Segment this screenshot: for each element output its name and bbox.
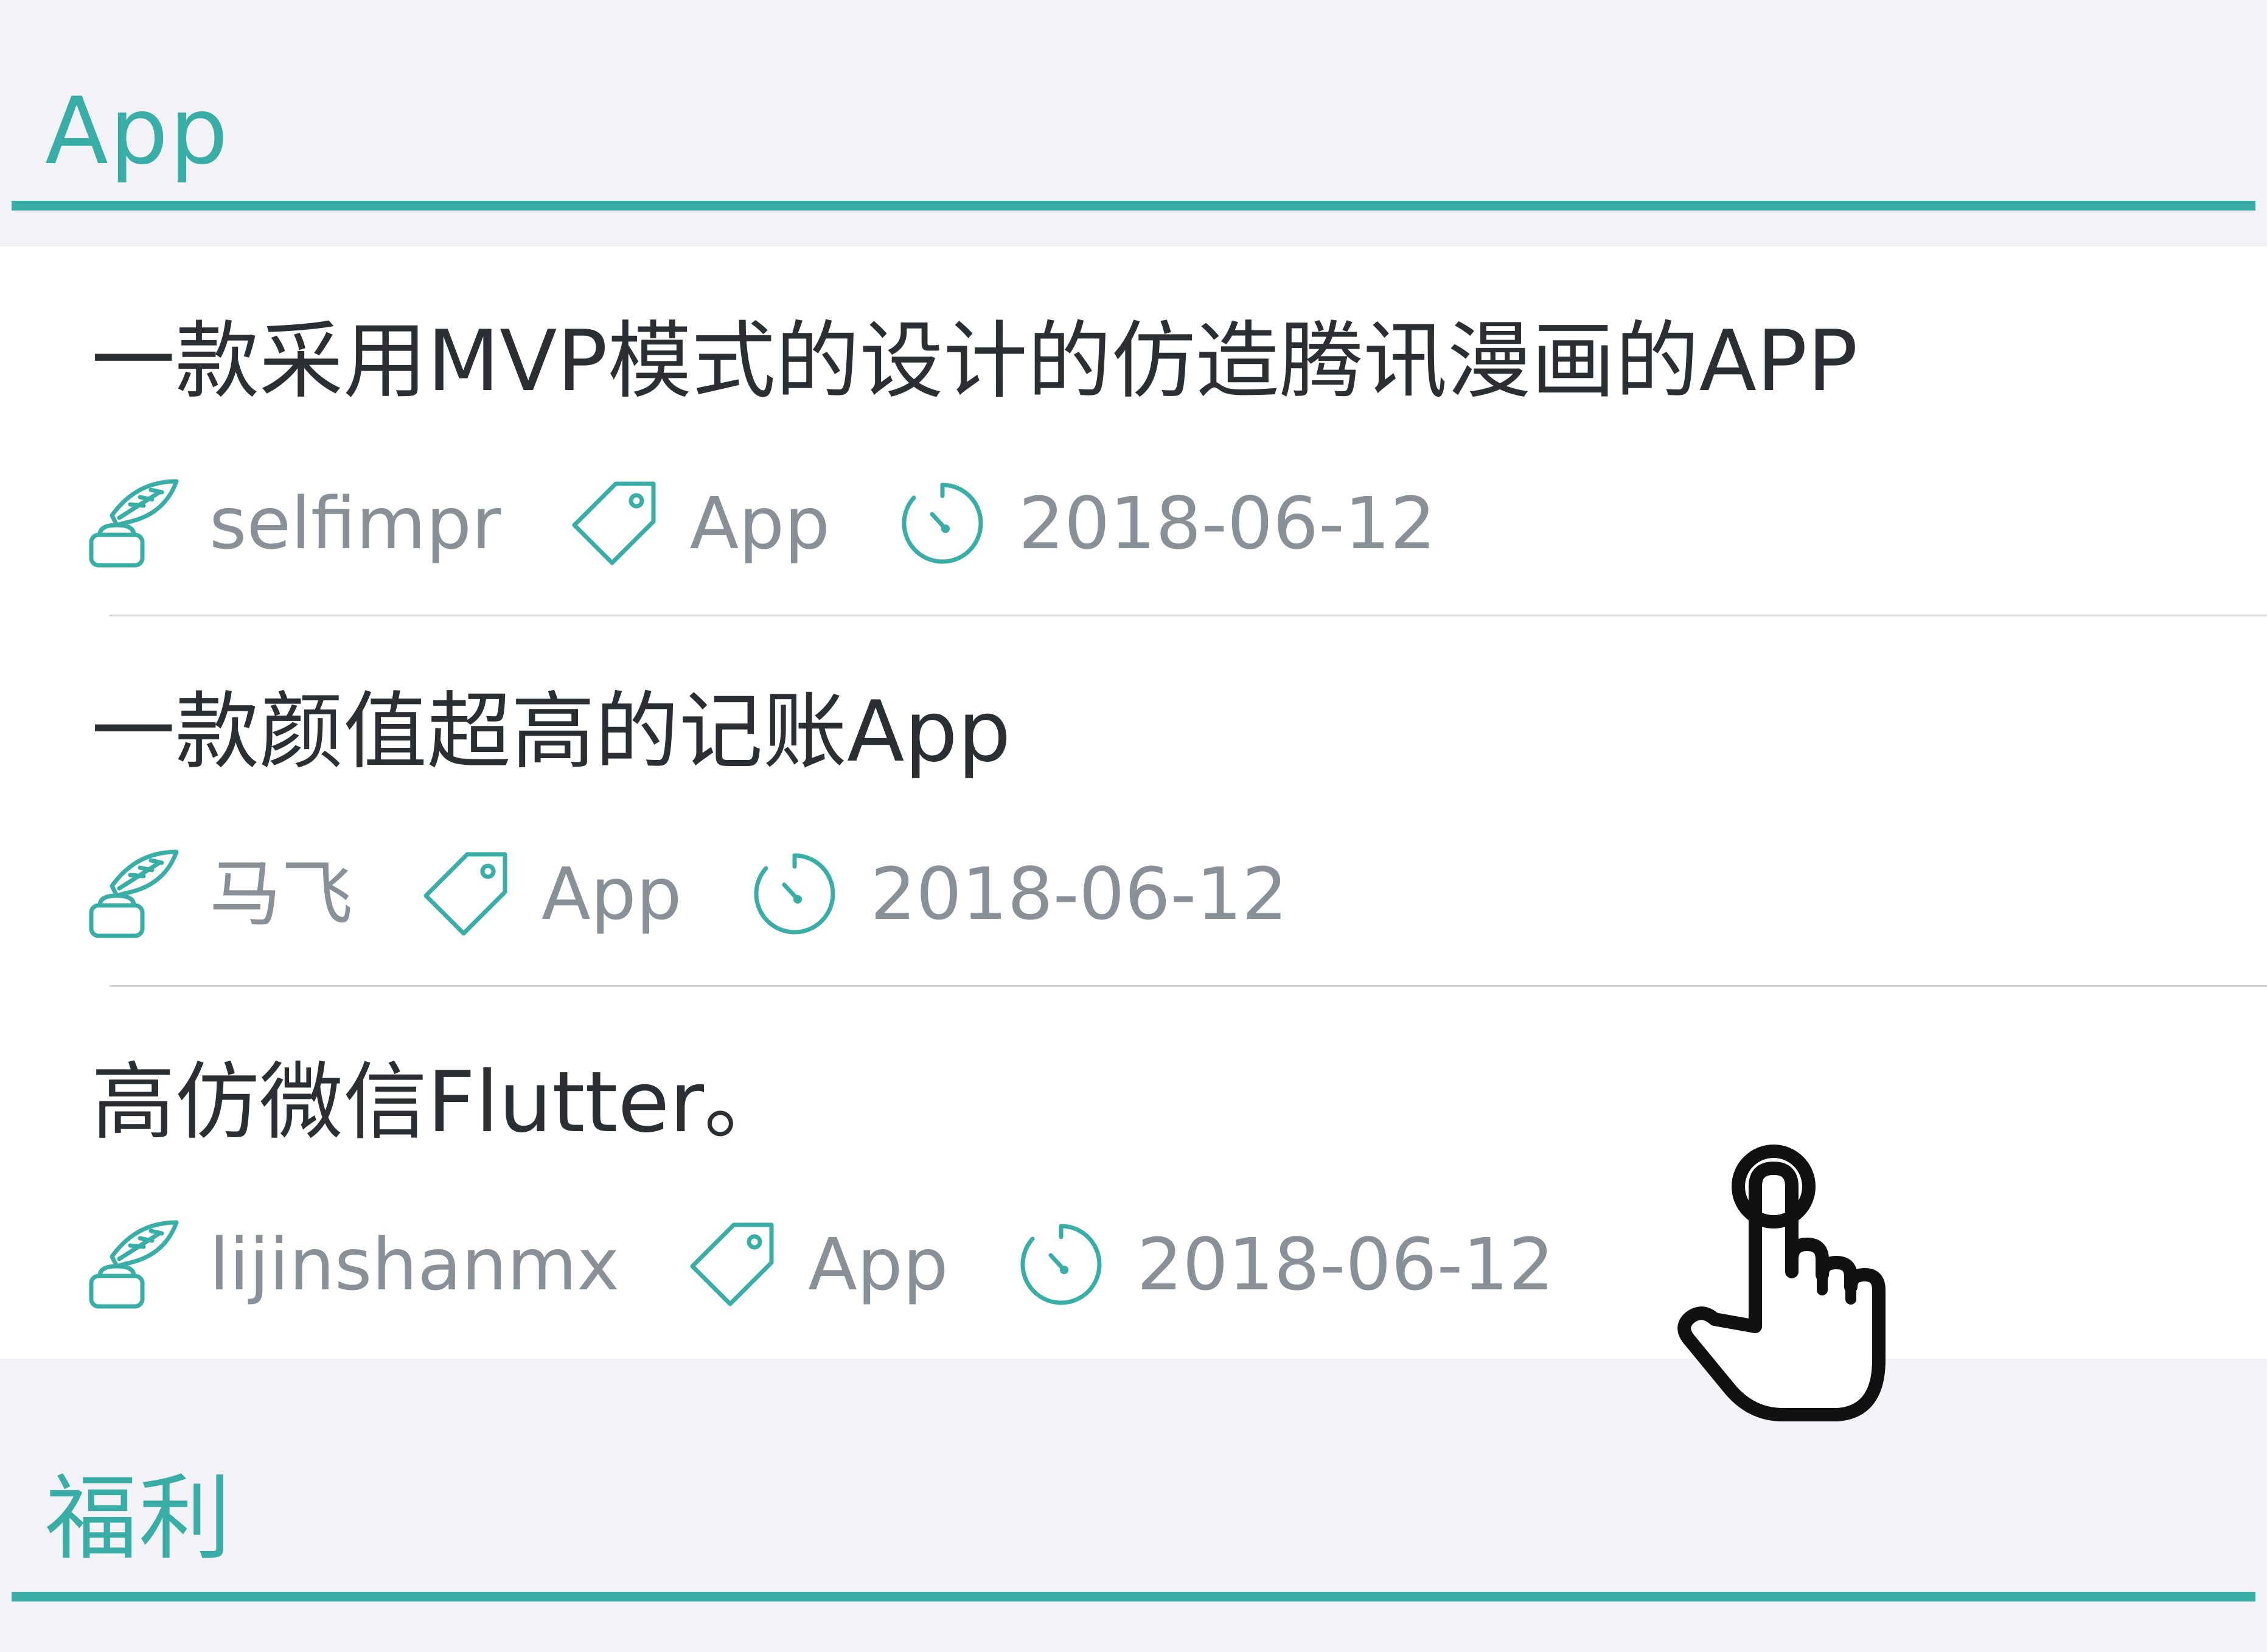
divider xyxy=(110,985,2267,987)
page: App 一款采用MVP模式的设计的仿造腾讯漫画的APP selfimpr App… xyxy=(0,0,2267,1652)
author-name: selfimpr xyxy=(209,481,501,565)
divider xyxy=(110,615,2267,616)
section-header-app: App xyxy=(0,0,2267,249)
section-title: App xyxy=(45,77,229,185)
section-title: 福利 xyxy=(45,1465,232,1572)
tag-label: App xyxy=(542,852,682,936)
author-name: 马飞 xyxy=(209,852,353,936)
list-item[interactable]: 一款颜值超高的记账App 马飞 App 2018-06-12 xyxy=(0,617,2267,988)
list-item[interactable]: 高仿微信Flutter。 lijinshanmx App 2018-06-12 xyxy=(0,988,2267,1358)
quill-ink-icon xyxy=(89,1220,179,1309)
post-date: 2018-06-12 xyxy=(870,852,1288,936)
item-title: 一款颜值超高的记账App xyxy=(91,683,1011,781)
quill-ink-icon xyxy=(89,849,179,938)
tag-icon xyxy=(690,1222,774,1306)
section-header-fuli: 福利 xyxy=(0,1359,2267,1652)
quill-ink-icon xyxy=(89,479,179,568)
post-date: 2018-06-12 xyxy=(1137,1222,1555,1306)
item-title: 高仿微信Flutter。 xyxy=(91,1053,789,1151)
stopwatch-icon xyxy=(902,483,983,564)
tag-icon xyxy=(423,852,507,936)
author-name: lijinshanmx xyxy=(209,1222,620,1306)
tag-label: App xyxy=(689,481,831,565)
section-underline xyxy=(12,201,2255,211)
tag-icon xyxy=(572,481,656,565)
list-item[interactable]: 一款采用MVP模式的设计的仿造腾讯漫画的APP selfimpr App 201… xyxy=(0,246,2267,617)
hand-pointer-icon xyxy=(1677,1145,1886,1421)
item-meta: 马飞 App 2018-06-12 xyxy=(88,848,1354,939)
item-meta: selfimpr App 2018-06-12 xyxy=(88,478,1503,569)
item-meta: lijinshanmx App 2018-06-12 xyxy=(88,1219,1621,1310)
stopwatch-icon xyxy=(1020,1224,1102,1305)
post-date: 2018-06-12 xyxy=(1019,481,1436,565)
article-list: 一款采用MVP模式的设计的仿造腾讯漫画的APP selfimpr App 201… xyxy=(0,246,2267,1359)
section-underline xyxy=(12,1592,2255,1601)
item-title: 一款采用MVP模式的设计的仿造腾讯漫画的APP xyxy=(91,312,1858,410)
tag-label: App xyxy=(808,1222,949,1306)
stopwatch-icon xyxy=(754,853,835,935)
